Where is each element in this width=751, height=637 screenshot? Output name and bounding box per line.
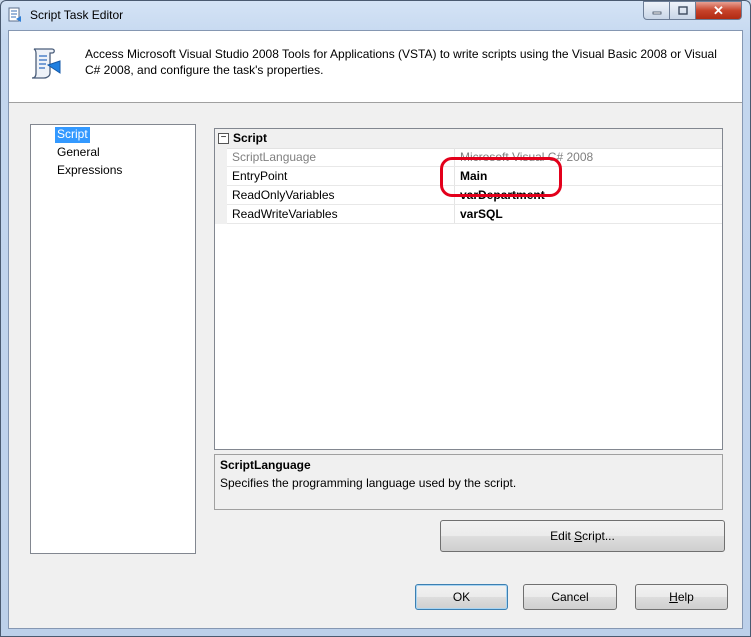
property-row-readwritevariables[interactable]: ReadWriteVariables varSQL <box>215 205 722 224</box>
property-name: EntryPoint <box>232 169 288 183</box>
row-gutter <box>215 205 227 224</box>
maximize-button[interactable] <box>669 1 696 20</box>
column-divider <box>454 205 455 224</box>
title-bar[interactable]: Script Task Editor ✕ <box>1 1 750 29</box>
nav-item-general[interactable]: General <box>55 145 102 161</box>
cancel-button[interactable]: Cancel <box>523 584 617 610</box>
script-task-editor-window: Script Task Editor ✕ Access Microsoft Vi… <box>0 0 751 637</box>
help-label-post: elp <box>677 590 694 604</box>
page-navigation-list[interactable]: Script General Expressions <box>30 124 196 554</box>
nav-item-expressions[interactable]: Expressions <box>55 163 124 179</box>
header-description: Access Microsoft Visual Studio 2008 Tool… <box>85 47 717 77</box>
script-task-icon <box>8 7 21 22</box>
category-label: Script <box>233 131 268 145</box>
edit-script-button[interactable]: Edit Script... <box>440 520 725 552</box>
property-name: ReadOnlyVariables <box>232 188 335 202</box>
property-name: ScriptLanguage <box>232 150 317 164</box>
red-annotation-ellipse <box>440 157 562 197</box>
close-button[interactable]: ✕ <box>695 1 742 20</box>
edit-script-label-pre: Edit <box>550 529 575 543</box>
help-button[interactable]: Help <box>635 584 728 610</box>
close-icon: ✕ <box>713 2 724 18</box>
category-row-script[interactable]: − Script <box>215 129 722 149</box>
nav-item-script[interactable]: Script <box>55 127 90 143</box>
description-title: ScriptLanguage <box>220 458 311 472</box>
property-value[interactable]: varSQL <box>460 207 503 221</box>
row-separator <box>227 223 722 224</box>
minimize-icon <box>652 11 661 14</box>
row-gutter <box>215 148 227 167</box>
collapse-icon[interactable]: − <box>218 133 229 144</box>
edit-script-mnemonic: S <box>574 529 583 543</box>
dialog-client-area: Access Microsoft Visual Studio 2008 Tool… <box>8 30 743 629</box>
property-name: ReadWriteVariables <box>232 207 338 221</box>
ok-button[interactable]: OK <box>415 584 508 610</box>
row-gutter <box>215 167 227 186</box>
description-text: Specifies the programming language used … <box>220 476 517 490</box>
script-scroll-icon <box>31 48 61 79</box>
property-description-panel: ScriptLanguage Specifies the programming… <box>214 454 723 510</box>
minimize-button[interactable] <box>643 1 670 20</box>
maximize-icon <box>677 6 688 15</box>
help-mnemonic: H <box>669 590 678 604</box>
edit-script-label-post: cript... <box>582 529 615 543</box>
row-gutter <box>215 186 227 205</box>
dialog-header: Access Microsoft Visual Studio 2008 Tool… <box>9 31 742 103</box>
window-title: Script Task Editor <box>30 8 124 22</box>
